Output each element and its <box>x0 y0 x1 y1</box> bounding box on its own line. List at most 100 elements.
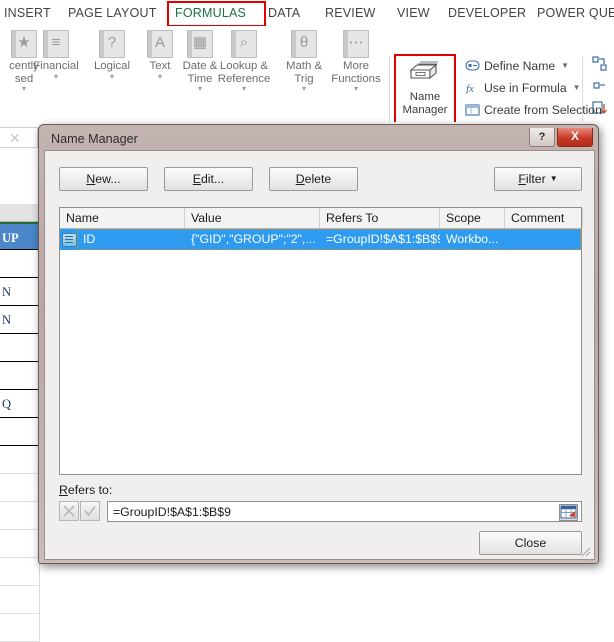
defined-names-item-label: Use in Formula <box>484 81 567 95</box>
defined-names-item-create-from-selection[interactable]: Create from Selection <box>465 100 602 120</box>
range-picker-button[interactable] <box>559 504 578 521</box>
ribbon-tab-view[interactable]: VIEW <box>397 4 430 23</box>
chevron-down-icon[interactable]: ▾ <box>0 85 52 92</box>
column-header-scope[interactable]: Scope <box>440 208 505 228</box>
chevron-down-icon[interactable]: ▼ <box>573 83 581 92</box>
worksheet-cell[interactable]: UP <box>0 222 40 250</box>
math-theta-icon: θ <box>291 30 317 58</box>
worksheet-cell[interactable] <box>0 334 40 362</box>
worksheet-cell[interactable] <box>0 418 40 446</box>
accept-check-icon <box>81 502 99 520</box>
create-from-selection-icon <box>465 102 480 115</box>
column-header-strip[interactable] <box>0 204 40 222</box>
name-manager-highlight-box <box>394 54 456 130</box>
edit-button[interactable]: Edit... <box>164 167 253 191</box>
close-button[interactable]: Close <box>479 531 582 555</box>
chevron-down-icon[interactable]: ▾ <box>216 85 272 92</box>
filter-button-accel: F <box>518 168 526 190</box>
edit-button-label: dit... <box>201 168 224 190</box>
lookup-magnifier-icon: ⌕ <box>231 30 257 58</box>
named-range-icon <box>62 233 77 247</box>
worksheet-cell-empty[interactable] <box>0 530 40 558</box>
worksheet-cell-empty[interactable] <box>0 558 40 586</box>
ribbon-tab-developer[interactable]: DEVELOPER <box>448 4 526 23</box>
worksheet-cell-empty[interactable] <box>0 474 40 502</box>
function-button-label: More Functions <box>328 60 384 85</box>
refers-to-cancel-button[interactable] <box>59 501 79 521</box>
refers-to-accept-button[interactable] <box>80 501 100 521</box>
calculation-trace-precedents-button[interactable] <box>592 56 610 74</box>
chevron-down-icon[interactable]: ▾ <box>28 73 84 80</box>
worksheet-cell-empty[interactable] <box>0 614 40 642</box>
table-row[interactable]: ID{"GID","GROUP";"2",...=GroupID!$A$1:$B… <box>60 229 581 250</box>
ribbon-tab-insert[interactable]: INSERT <box>4 4 51 23</box>
edit-button-accel: E <box>193 168 201 190</box>
ribbon-tab-data[interactable]: DATA <box>268 4 300 23</box>
worksheet-cell[interactable] <box>0 362 40 390</box>
ribbon-tab-review[interactable]: REVIEW <box>325 4 376 23</box>
delete-button-label: elete <box>305 168 332 190</box>
logical-question-icon-glyph: ? <box>100 34 124 51</box>
defined-names-item-define-name[interactable]: Define Name ▼ <box>465 56 569 76</box>
function-library-separator <box>389 56 390 128</box>
filter-button-label: ilter <box>526 168 546 190</box>
resize-grip-icon[interactable] <box>579 545 591 557</box>
function-button-label: Financial <box>28 60 84 73</box>
chevron-down-icon[interactable]: ▾ <box>328 85 384 92</box>
cell-value: {"GID","GROUP";"2",... <box>185 229 320 250</box>
new-button-label: ew... <box>95 168 120 190</box>
names-list[interactable]: NameValueRefers ToScopeComment ID{"GID",… <box>59 207 582 475</box>
function-button-financial-coins[interactable]: ≡Financial▾ <box>28 30 84 80</box>
defined-names-item-label: Define Name <box>484 59 555 73</box>
delete-button[interactable]: Delete <box>269 167 358 191</box>
refers-to-input[interactable]: =GroupID!$A$1:$B$9 <box>107 501 582 522</box>
worksheet-cell-empty[interactable] <box>0 586 40 614</box>
calculation-trace-dependents-button[interactable] <box>592 78 610 96</box>
cell-comment <box>505 229 583 250</box>
worksheet-cell[interactable]: N <box>0 306 40 334</box>
math-theta-icon-glyph: θ <box>292 34 316 51</box>
defined-names-item-label: Create from Selection <box>484 103 602 117</box>
worksheet-cell[interactable]: N <box>0 278 40 306</box>
worksheet-cell-empty[interactable] <box>0 446 40 474</box>
name-box[interactable]: ✕ <box>0 127 38 148</box>
worksheet-cell[interactable] <box>0 250 40 278</box>
function-button-lookup-magnifier[interactable]: ⌕Lookup & Reference▾ <box>216 30 272 92</box>
more-functions-icon: ⋯ <box>343 30 369 58</box>
text-a-icon-glyph: A <box>148 34 172 51</box>
use-in-formula-fx-icon: fx <box>465 80 480 93</box>
new-button-accel: N <box>86 168 95 190</box>
dialog-help-button[interactable]: ? <box>529 128 555 147</box>
cell-refers-to: =GroupID!$A$1:$B$9 <box>320 229 440 250</box>
filter-button[interactable]: Filter▼ <box>494 167 582 191</box>
text-a-icon: A <box>147 30 173 58</box>
defined-names-item-use-in-formula[interactable]: fx Use in Formula ▼ <box>465 78 581 98</box>
chevron-down-icon: ▼ <box>550 168 558 190</box>
function-button-more-functions[interactable]: ⋯ More Functions▾ <box>328 30 384 92</box>
delete-button-accel: D <box>296 168 305 190</box>
name-manager-dialog: Name Manager ? X New... Edit... Delete F… <box>38 124 599 564</box>
function-button-math-theta[interactable]: θ Math & Trig▾ <box>276 30 332 92</box>
column-header-value[interactable]: Value <box>185 208 320 228</box>
column-header-name[interactable]: Name <box>60 208 185 228</box>
cell-name: ID <box>77 229 185 250</box>
ribbon-tab-strip: INSERTPAGE LAYOUTFORMULASDATAREVIEWVIEWD… <box>0 0 614 26</box>
column-header-comment[interactable]: Comment <box>505 208 583 228</box>
ribbon-tab-power-query[interactable]: POWER QUERY <box>537 4 614 23</box>
new-button[interactable]: New... <box>59 167 148 191</box>
worksheet-cell[interactable]: Q <box>0 390 40 418</box>
worksheet-cell-empty[interactable] <box>0 502 40 530</box>
refers-to-label-rest: efers to: <box>68 483 112 497</box>
ribbon-tab-page-layout[interactable]: PAGE LAYOUT <box>68 4 157 23</box>
refers-to-label: Refers to: <box>59 483 112 497</box>
chevron-down-icon[interactable]: ▼ <box>561 61 569 70</box>
names-list-header: NameValueRefers ToScopeComment <box>60 208 581 229</box>
column-header-refers-to[interactable]: Refers To <box>320 208 440 228</box>
function-button-label: Lookup & Reference <box>216 60 272 85</box>
date-time-icon: ▦ <box>187 30 213 58</box>
trace-dependents-icon <box>592 78 608 94</box>
chevron-down-icon[interactable]: ▾ <box>276 85 332 92</box>
function-button-label: Math & Trig <box>276 60 332 85</box>
more-functions-icon-glyph: ⋯ <box>344 34 368 51</box>
dialog-close-icon-button[interactable]: X <box>557 128 593 147</box>
